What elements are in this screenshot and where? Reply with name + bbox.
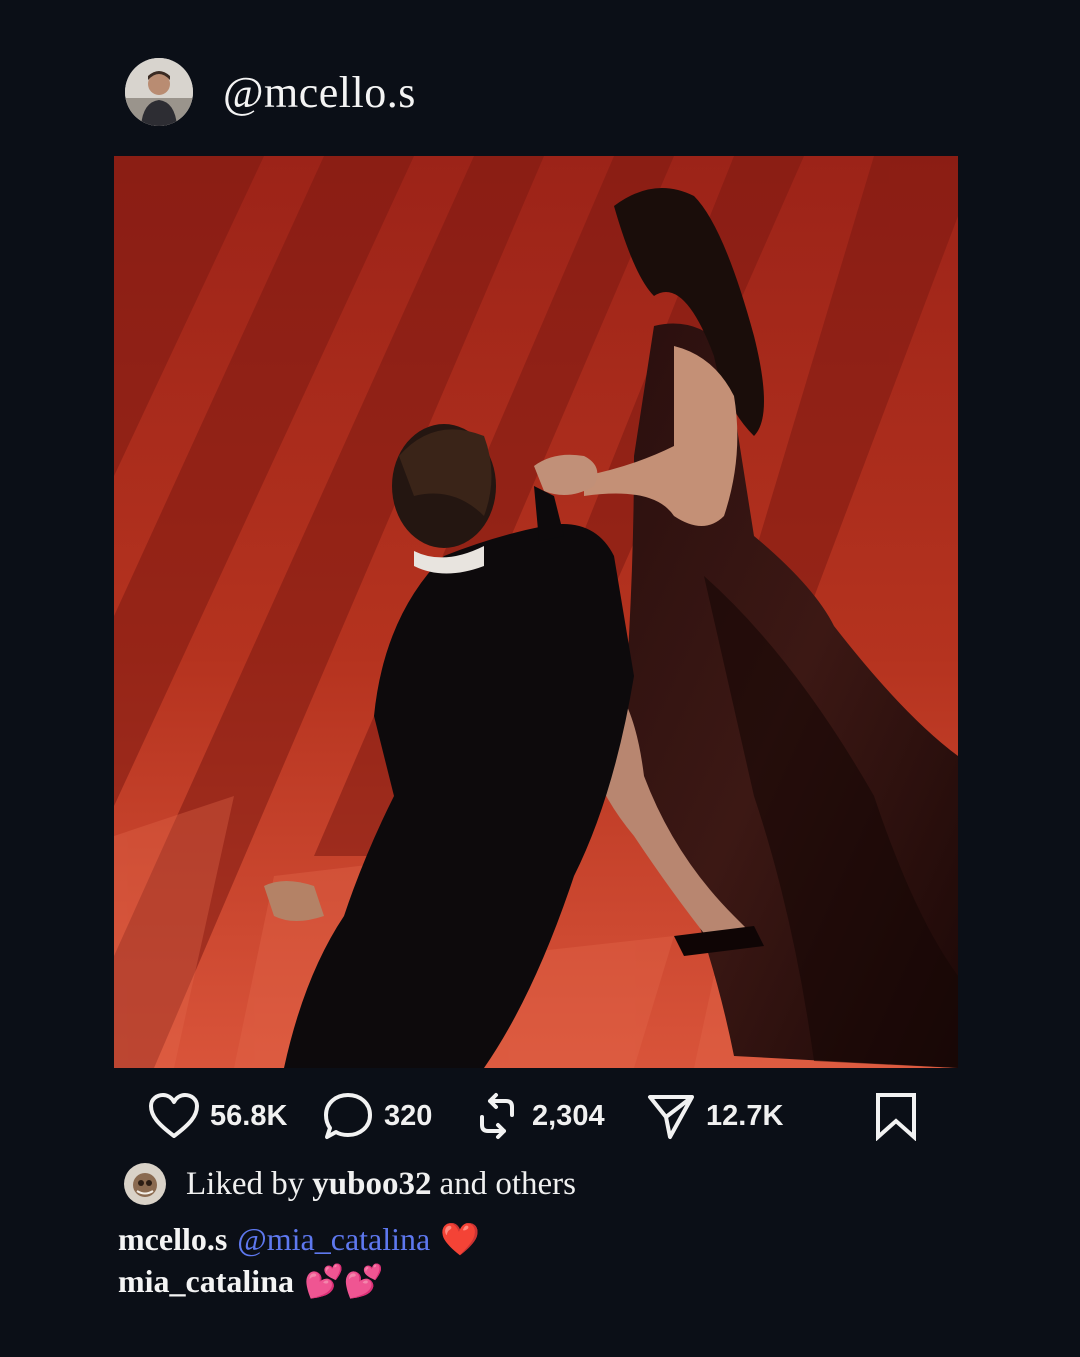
- liked-by-row[interactable]: Liked by yuboo32 and others: [124, 1162, 576, 1206]
- like-count: 56.8K: [210, 1099, 288, 1132]
- post-header: @mcello.s: [125, 58, 416, 126]
- red-carpet-photo: [114, 156, 958, 1068]
- comment-username[interactable]: mia_catalina: [118, 1263, 294, 1300]
- comment-count: 320: [384, 1099, 433, 1132]
- share-count: 12.7K: [706, 1099, 784, 1132]
- post-photo[interactable]: [114, 156, 958, 1068]
- comment-icon: [324, 1093, 372, 1139]
- comment-button[interactable]: 320: [322, 1088, 432, 1144]
- post-username[interactable]: @mcello.s: [223, 67, 416, 118]
- red-heart-emoji: ❤️: [440, 1221, 481, 1257]
- bookmark-icon: [876, 1093, 916, 1141]
- two-hearts-emoji: 💕💕: [303, 1263, 384, 1299]
- avatar-image: [125, 58, 193, 126]
- comment-row: mia_catalina 💕💕: [118, 1262, 384, 1300]
- liked-by-user[interactable]: yuboo32: [312, 1166, 431, 1203]
- liked-by-prefix: Liked by: [186, 1165, 305, 1202]
- comment-mention[interactable]: @mia_catalina: [237, 1221, 430, 1258]
- post-action-bar: 56.8K 320 2,304 12.7K: [148, 1088, 923, 1144]
- repost-button[interactable]: 2,304: [472, 1088, 605, 1144]
- share-button[interactable]: 12.7K: [646, 1088, 783, 1144]
- repost-icon: [480, 1093, 514, 1139]
- heart-icon: [149, 1093, 199, 1138]
- liker-avatar: [124, 1163, 166, 1205]
- repost-count: 2,304: [532, 1099, 605, 1132]
- liked-by-suffix[interactable]: and others: [439, 1166, 576, 1203]
- comment-row: mcello.s @mia_catalina ❤️: [118, 1220, 480, 1258]
- bookmark-button[interactable]: [873, 1088, 919, 1144]
- send-icon: [648, 1095, 694, 1139]
- like-button[interactable]: 56.8K: [148, 1088, 287, 1144]
- profile-avatar[interactable]: [125, 58, 193, 126]
- liker-avatar-image: [124, 1163, 166, 1205]
- comment-username[interactable]: mcello.s: [118, 1221, 227, 1258]
